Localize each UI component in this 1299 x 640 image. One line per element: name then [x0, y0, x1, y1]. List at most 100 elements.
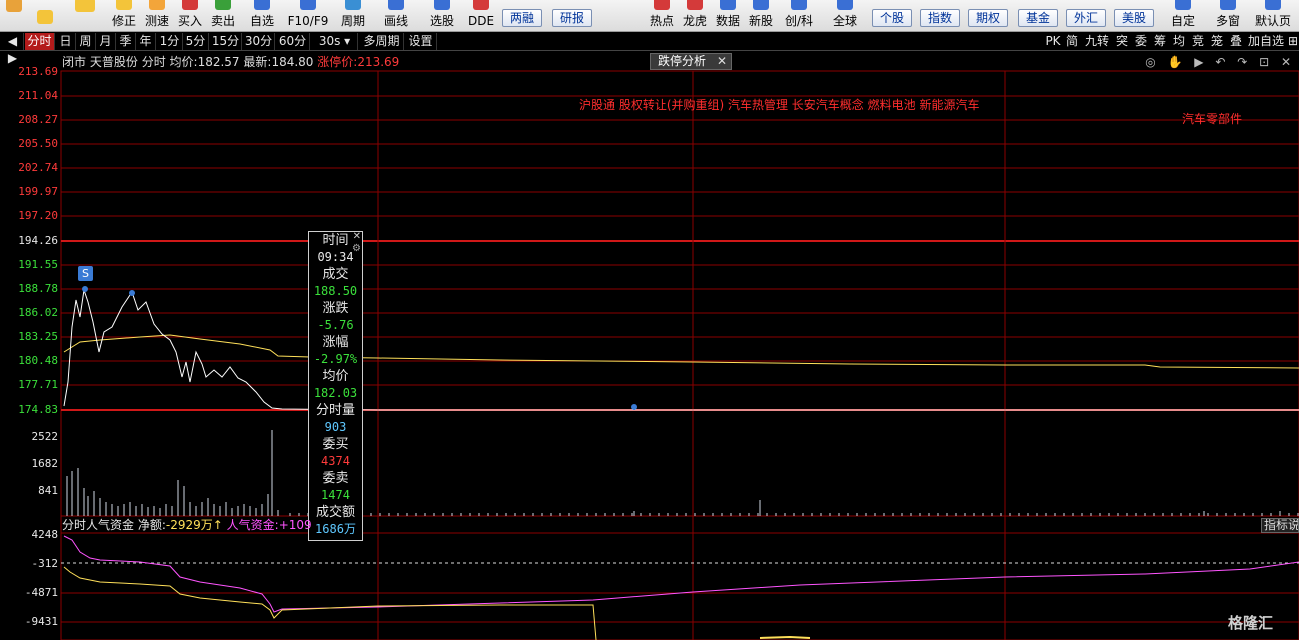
period-tab[interactable]: 分时 [25, 33, 55, 50]
axis-label: 174.83 [18, 403, 58, 416]
toolbar-down-icon[interactable] [34, 0, 56, 32]
concept-tags[interactable]: 沪股通 股权转让(并购重组) 汽车热管理 长安汽车概念 燃料电池 新能源汽车 [579, 96, 979, 113]
app-window: 修正 测速 买入 卖出 自选 F10/F9 周期 画线 选股 DDE 热点 龙虎 数据 新股 创/科 全球 自定… [0, 0, 1299, 640]
toolbar-item[interactable]: 默认页 [1250, 0, 1296, 32]
intraday-chart[interactable]: 闭市 天普股份 分时 均价:182.57 最新:184.80 涨停价:213.6… [0, 52, 1299, 640]
toolbar-item[interactable]: 测速 [140, 0, 174, 32]
toolbar-item-label: 默认页 [1254, 14, 1291, 28]
toolbar-button[interactable]: 期权 [968, 9, 1008, 27]
toolbar-item[interactable]: 自选 [244, 0, 280, 32]
toolbar-item[interactable]: 热点 [646, 0, 678, 32]
toolbar-item-icon [254, 0, 270, 10]
chart-period: 分时 [141, 55, 166, 69]
period-tab[interactable]: 日 [56, 33, 76, 50]
period-tab[interactable]: 月 [96, 33, 116, 50]
toolbar-button[interactable]: 指数 [920, 9, 960, 27]
toolbar-button[interactable]: 两融 [502, 9, 542, 27]
chart-option[interactable]: 简 [1063, 33, 1081, 50]
toolbar-item[interactable]: 自定 [1166, 0, 1200, 32]
toolbar-item[interactable]: 周期 [334, 0, 372, 32]
period-tab[interactable]: 60分 [276, 33, 310, 50]
period-tab[interactable]: 5分 [183, 33, 209, 50]
toolbar-button[interactable]: 外汇 [1066, 9, 1106, 27]
period-tab[interactable]: ◀ ▶ [2, 33, 24, 65]
toolbar-item[interactable]: 新股 [744, 0, 778, 32]
toolbar-item-label: F10/F9 [287, 14, 329, 28]
period-tab[interactable]: 季 [116, 33, 136, 50]
gear-icon[interactable]: ⚙ [352, 244, 361, 254]
toolbar-item-icon [1175, 0, 1191, 10]
toolbar-item-icon [654, 0, 670, 10]
toolbar-item-label: 画线 [383, 14, 408, 28]
toolbar-item-icon [687, 0, 703, 10]
axis-label: 186.02 [18, 306, 58, 319]
toolbar-item[interactable]: 龙虎 [678, 0, 712, 32]
period-bar: ◀ ▶ 分时日周月季年 1分 5分 15分 30分 60分 30s ▾ 多周期 设置 PK 简九转突… [0, 32, 1299, 65]
chart-option[interactable]: PK [1045, 33, 1061, 50]
axis-label: 199.97 [18, 185, 58, 198]
tip-change-label: 涨跌 [322, 301, 349, 316]
period-tab[interactable]: 15分 [210, 33, 242, 50]
toolbar-item-label: 测速 [144, 14, 169, 28]
toolbar-item[interactable]: 选股 [424, 0, 460, 32]
toolbar-item-label: 创/科 [784, 14, 814, 28]
period-tab[interactable]: 30分 [243, 33, 275, 50]
axis-label: 177.71 [18, 378, 58, 391]
toolbar-item-icon [720, 0, 736, 10]
chart-option[interactable]: 筹 [1151, 33, 1169, 50]
period-tab[interactable]: 设置 [405, 33, 437, 50]
toolbar-app-icon[interactable] [4, 0, 24, 32]
toolbar-item[interactable]: 全球 [826, 0, 864, 32]
toolbar-item[interactable]: 修正 [108, 0, 140, 32]
period-tab[interactable]: 周 [76, 33, 96, 50]
net-value: -2929万↑ [165, 518, 223, 532]
toolbar-item-label: 数据 [715, 14, 740, 28]
indicator-help-button[interactable]: 指标说 [1261, 518, 1299, 533]
tip-ask-value: 1474 [321, 488, 350, 502]
toolbar-button[interactable]: 个股 [872, 9, 912, 27]
toolbar-item[interactable]: F10/F9 [284, 0, 332, 32]
chart-option[interactable]: 叠 [1227, 33, 1245, 50]
close-icon[interactable]: ✕ [717, 54, 727, 69]
toolbar-item[interactable]: 数据 [712, 0, 744, 32]
limit-analysis-tab[interactable]: 跌停分析 ✕ [650, 53, 732, 70]
close-icon[interactable]: ✕ [353, 232, 361, 242]
axis-label: 194.26 [18, 234, 58, 247]
chart-option[interactable]: 加自选 [1246, 33, 1286, 50]
period-tab[interactable]: 1分 [157, 33, 183, 50]
toolbar-item[interactable]: DDE [466, 0, 496, 32]
concept-tag-auto-parts[interactable]: 汽车零部件 [1182, 110, 1242, 127]
chart-option[interactable]: 委 [1132, 33, 1150, 50]
chart-option[interactable]: 突 [1113, 33, 1131, 50]
tip-amount-label: 成交额 [315, 505, 355, 520]
last-price-label: 最新: [243, 55, 272, 69]
chart-option[interactable]: 均 [1170, 33, 1188, 50]
period-tab[interactable]: 30s ▾ [312, 33, 358, 50]
chart-option[interactable]: ⊞ [1287, 33, 1299, 50]
chart-option[interactable]: 竞 [1189, 33, 1207, 50]
toolbar-item-label: 周期 [340, 14, 365, 28]
axis-label: 205.50 [18, 137, 58, 150]
toolbar-button[interactable]: 美股 [1114, 9, 1154, 27]
toolbar-item-label: 选股 [429, 14, 454, 28]
toolbar-item[interactable]: 创/科 [780, 0, 818, 32]
tip-vol-label: 分时量 [315, 403, 355, 418]
toolbar-item-label: 新股 [748, 14, 773, 28]
toolbar-back-icon[interactable] [70, 0, 100, 32]
toolbar-item[interactable]: 买入 [174, 0, 206, 32]
chart-tools-icons[interactable]: ◎ ✋ ▶ ↶ ↷ ⊡ ✕ [1145, 55, 1295, 69]
toolbar-button[interactable]: 研报 [552, 9, 592, 27]
toolbar-item[interactable]: 多窗 [1210, 0, 1246, 32]
net-label: 净额: [137, 518, 166, 532]
axis-label: -9431 [24, 615, 58, 628]
toolbar-item[interactable]: 卖出 [206, 0, 240, 32]
chart-option[interactable]: 笼 [1208, 33, 1226, 50]
toolbar-item[interactable]: 画线 [378, 0, 414, 32]
period-tab[interactable]: 年 [136, 33, 156, 50]
chart-option[interactable]: 九转 [1082, 33, 1112, 50]
period-tab[interactable]: 多周期 [360, 33, 404, 50]
toolbar-button[interactable]: 基金 [1018, 9, 1058, 27]
signal-badge[interactable]: S [78, 266, 93, 281]
avg-price-line [63, 334, 1299, 369]
axis-label: 197.20 [18, 209, 58, 222]
